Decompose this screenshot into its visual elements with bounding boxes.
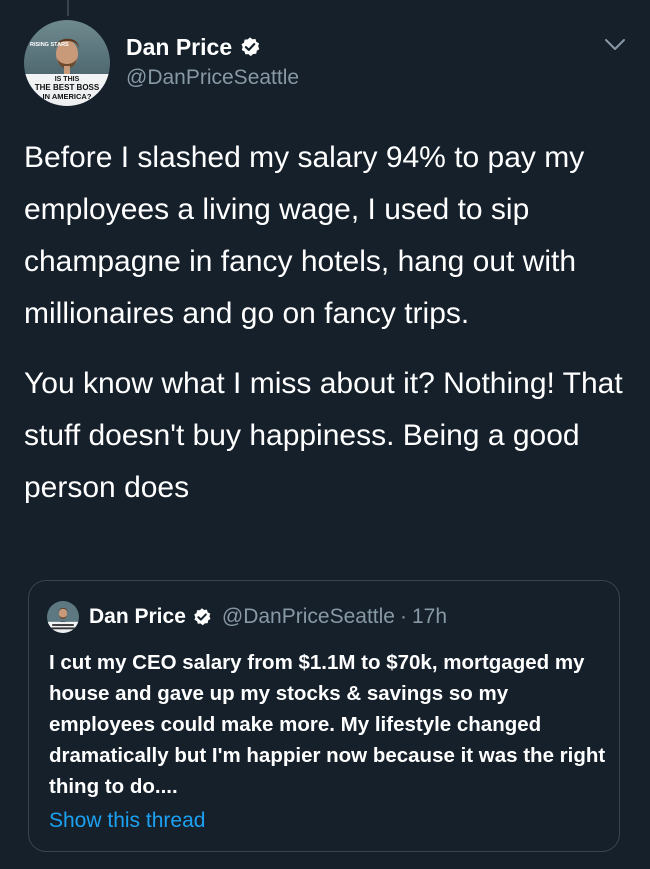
chevron-down-icon[interactable] [604,38,626,52]
quoted-tweet-header: Dan Price @DanPriceSeattle · 17h [47,601,447,633]
author-avatar[interactable]: IS THIS THE BEST BOSS IN AMERICA? RISING… [24,20,110,106]
quoted-author-avatar [47,601,79,633]
avatar-cover-tag: RISING STARS [30,42,69,48]
verified-badge-icon [239,36,261,58]
show-thread-link[interactable]: Show this thread [49,809,205,833]
quoted-author-handle: @DanPriceSeattle [221,605,395,628]
avatar-cover-line-1: IS THIS [55,76,80,83]
avatar-cover-line-3: IN AMERICA? [43,92,92,101]
author-display-name[interactable]: Dan Price [126,34,232,61]
magazine-cover-avatar-icon [47,601,79,633]
quoted-author-display-name: Dan Price [89,605,186,628]
author-names: Dan Price @DanPriceSeattle [126,32,299,90]
avatar-cover-line-2: THE BEST BOSS [35,83,100,92]
quoted-tweet-text: I cut my CEO salary from $1.1M to $70k, … [49,651,606,798]
tweet-text: Before I slashed my salary 94% to pay my… [24,132,630,514]
author-handle[interactable]: @DanPriceSeattle [126,66,299,90]
tweet-paragraph: Before I slashed my salary 94% to pay my… [24,141,585,330]
quoted-separator: · [399,605,407,628]
thread-connector-line [67,0,69,16]
display-name-row: Dan Price [126,32,299,62]
verified-badge-icon [192,607,212,627]
magazine-cover-avatar-icon: IS THIS THE BEST BOSS IN AMERICA? RISING… [24,20,110,106]
quoted-timestamp: 17h [411,605,448,628]
tweet-header: IS THIS THE BEST BOSS IN AMERICA? RISING… [24,20,626,106]
quoted-tweet-card[interactable]: Dan Price @DanPriceSeattle · 17h I cut m… [28,580,620,852]
tweet-paragraph: You know what I miss about it? Nothing! … [24,367,623,504]
